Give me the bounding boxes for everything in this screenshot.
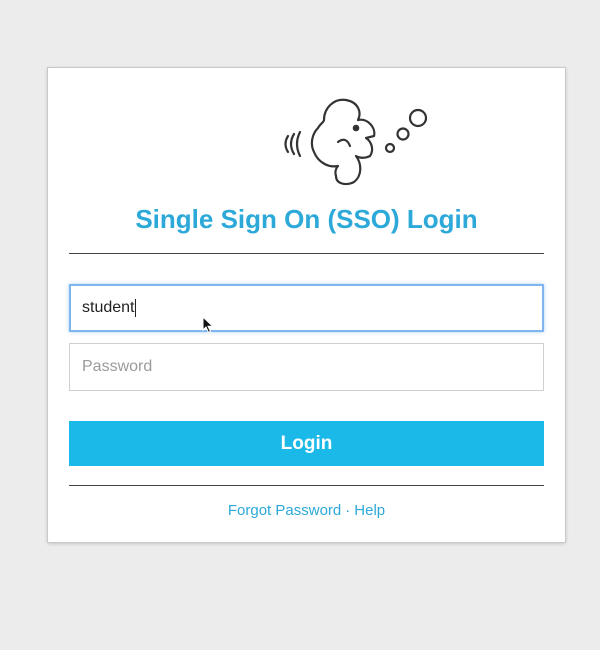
footer-divider: [69, 485, 544, 486]
password-field[interactable]: Password: [69, 343, 544, 391]
fish-logo-icon: [284, 98, 428, 186]
page-title: Single Sign On (SSO) Login: [135, 204, 478, 234]
link-separator: ·: [345, 502, 351, 519]
username-field[interactable]: student: [69, 284, 544, 332]
password-placeholder: Password: [82, 358, 153, 375]
text-caret: [135, 298, 137, 317]
forgot-password-link[interactable]: Forgot Password: [228, 502, 341, 519]
login-button[interactable]: Login: [69, 421, 544, 466]
footer-links: Forgot Password · Help: [48, 502, 565, 519]
login-card: Single Sign On (SSO) Login student Passw…: [48, 68, 565, 542]
help-link[interactable]: Help: [354, 502, 385, 519]
header-divider: [69, 253, 544, 254]
username-value: student: [82, 299, 135, 316]
mouse-pointer-icon: [202, 316, 214, 334]
